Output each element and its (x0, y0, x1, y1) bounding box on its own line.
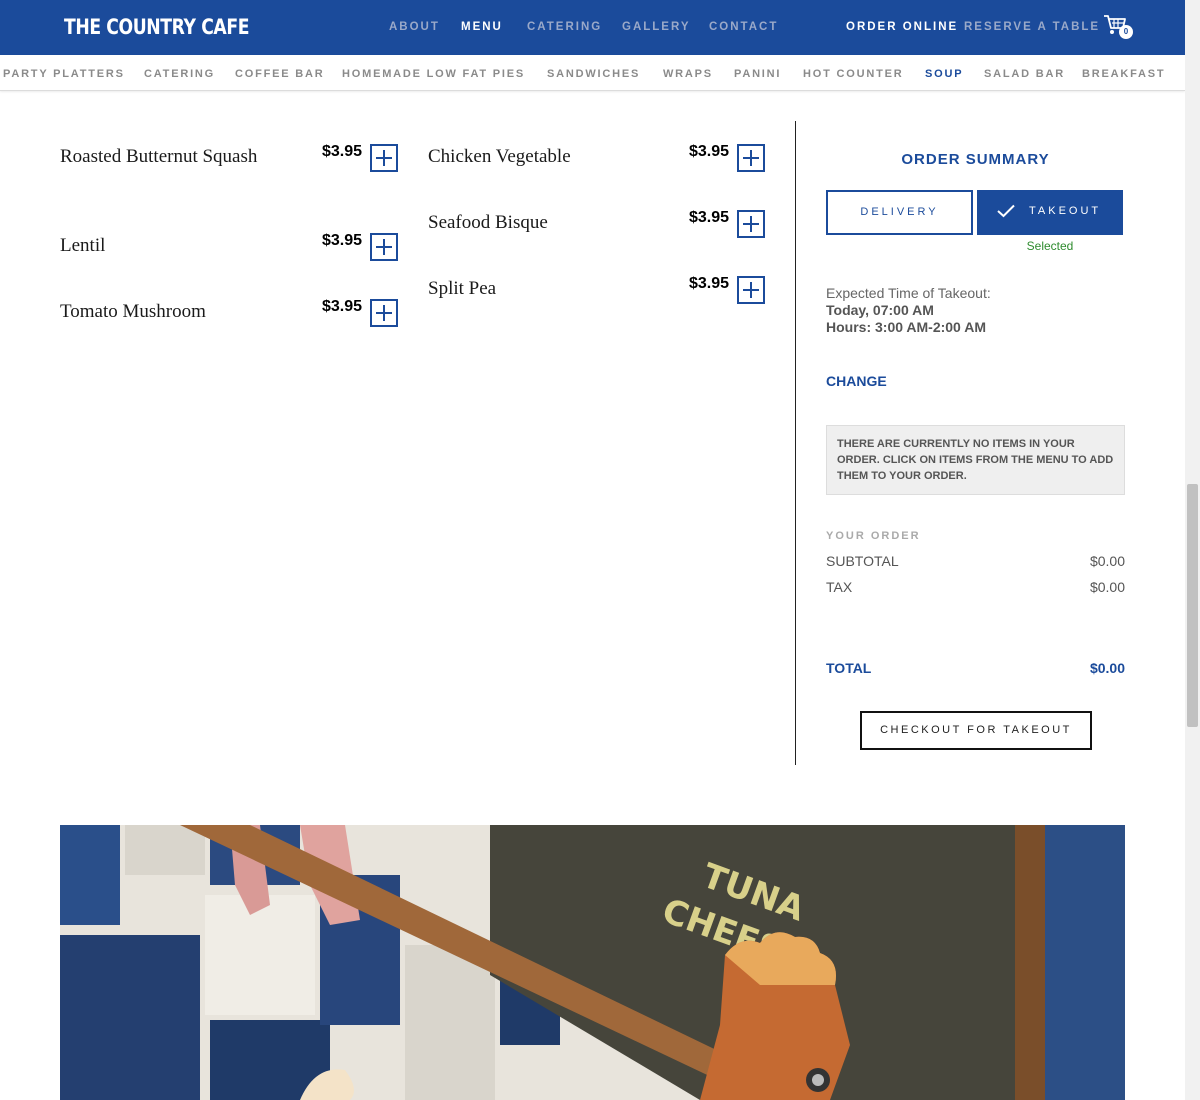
add-item-button[interactable] (370, 299, 398, 327)
menu-item-price: $3.95 (322, 232, 363, 249)
category-wraps[interactable]: WRAPS (663, 68, 713, 80)
plus-icon (743, 216, 759, 232)
total-label: TOTAL (826, 660, 872, 676)
menu-item-name: Lentil (60, 235, 106, 256)
cart-count-badge: 0 (1119, 25, 1133, 39)
nav-menu[interactable]: MENU (461, 21, 503, 33)
menu-item-name: Chicken Vegetable (428, 146, 571, 167)
plus-icon (743, 282, 759, 298)
category-panini[interactable]: PANINI (734, 68, 781, 80)
tax-label: TAX (826, 579, 853, 595)
plus-icon (376, 239, 392, 255)
nav-contact[interactable]: CONTACT (709, 21, 778, 33)
category-soup[interactable]: SOUP (925, 68, 963, 80)
empty-order-notice: THERE ARE CURRENTLY NO ITEMS IN YOUR ORD… (826, 425, 1125, 495)
checkmark-icon (997, 204, 1015, 218)
order-summary-title: ORDER SUMMARY (901, 151, 1050, 168)
nav-about[interactable]: ABOUT (389, 21, 440, 33)
plus-icon (376, 150, 392, 166)
category-catering[interactable]: CATERING (144, 68, 215, 80)
category-bar: PARTY PLATTERS CATERING COFFEE BAR HOMEM… (0, 55, 1185, 91)
cart-button[interactable]: 0 (1103, 14, 1133, 42)
category-breakfast[interactable]: BREAKFAST (1082, 68, 1165, 80)
delivery-button[interactable]: DELIVERY (826, 190, 973, 235)
nav-catering[interactable]: CATERING (527, 21, 602, 33)
change-time-link[interactable]: CHANGE (826, 373, 887, 389)
category-hot-counter[interactable]: HOT COUNTER (803, 68, 903, 80)
tax-value: $0.00 (1089, 579, 1125, 595)
menu-item-price: $3.95 (689, 275, 730, 292)
menu-item-name: Roasted Butternut Squash (60, 146, 258, 167)
subtotal-label: SUBTOTAL (826, 553, 899, 569)
plus-icon (743, 150, 759, 166)
checkout-button[interactable]: CHECKOUT FOR TAKEOUT (860, 711, 1092, 750)
add-item-button[interactable] (737, 210, 765, 238)
site-logo[interactable]: THE COUNTRY CAFE (64, 12, 249, 42)
scrollbar-thumb[interactable] (1187, 484, 1198, 727)
takeout-button[interactable]: TAKEOUT (977, 190, 1123, 235)
category-party-platters[interactable]: PARTY PLATTERS (3, 68, 125, 80)
cafe-photo-illustration: TUNA CHEESE (60, 825, 1125, 1100)
add-item-button[interactable] (737, 276, 765, 304)
plus-icon (376, 305, 392, 321)
hours-value: Hours: 3:00 AM-2:00 AM (826, 319, 986, 335)
category-coffee-bar[interactable]: COFFEE BAR (235, 68, 325, 80)
menu-item-name: Seafood Bisque (428, 212, 548, 233)
category-sandwiches[interactable]: SANDWICHES (547, 68, 640, 80)
menu-item-price: $3.95 (689, 143, 730, 160)
reserve-table-link[interactable]: RESERVE A TABLE (964, 21, 1100, 33)
column-divider (795, 121, 796, 765)
menu-item-name: Tomato Mushroom (60, 301, 206, 322)
menu-item-price: $3.95 (322, 298, 363, 315)
top-header: THE COUNTRY CAFE ABOUT MENU CATERING GAL… (0, 0, 1185, 55)
page: THE COUNTRY CAFE ABOUT MENU CATERING GAL… (0, 0, 1200, 1100)
order-online-link[interactable]: ORDER ONLINE (846, 21, 958, 33)
total-value: $0.00 (1089, 660, 1125, 676)
cafe-photo: TUNA CHEESE (60, 825, 1125, 1100)
your-order-heading: YOUR ORDER (826, 530, 921, 542)
menu-item-price: $3.95 (322, 143, 363, 160)
add-item-button[interactable] (737, 144, 765, 172)
category-homemade-pies[interactable]: HOMEMADE LOW FAT PIES (342, 68, 525, 80)
add-item-button[interactable] (370, 233, 398, 261)
menu-item-price: $3.95 (689, 209, 730, 226)
expected-time-label: Expected Time of Takeout: (826, 285, 991, 301)
selected-indicator: Selected (1026, 239, 1074, 253)
category-salad-bar[interactable]: SALAD BAR (984, 68, 1065, 80)
subtotal-value: $0.00 (1089, 553, 1125, 569)
takeout-label: TAKEOUT (1029, 205, 1102, 217)
expected-time-value: Today, 07:00 AM (826, 302, 934, 318)
menu-item-name: Split Pea (428, 278, 497, 299)
nav-gallery[interactable]: GALLERY (622, 21, 691, 33)
add-item-button[interactable] (370, 144, 398, 172)
